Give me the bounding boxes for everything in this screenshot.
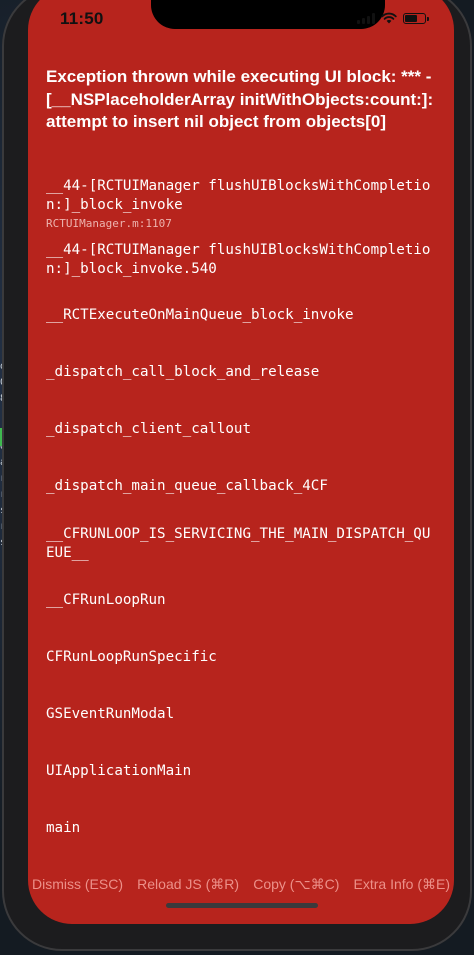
status-icons bbox=[357, 12, 429, 24]
stack-frame[interactable]: _dispatch_call_block_and_release bbox=[46, 363, 438, 382]
stack-frame-file: RCTUIManager.m:1107 bbox=[46, 217, 172, 230]
stack-frame[interactable]: _dispatch_main_queue_callback_4CF bbox=[46, 477, 438, 496]
stack-frame-name: __44-[RCTUIManager flushUIBlocksWithComp… bbox=[46, 242, 431, 277]
stack-frame[interactable]: __CFRunLoopRun bbox=[46, 591, 438, 610]
stack-frame-name: _dispatch_call_block_and_release bbox=[46, 364, 320, 380]
stack-frame[interactable]: __44-[RCTUIManager flushUIBlocksWithComp… bbox=[46, 241, 438, 279]
stack-frame-name: CFRunLoopRunSpecific bbox=[46, 649, 217, 665]
device-notch bbox=[151, 0, 385, 29]
stack-frame-name: main bbox=[46, 820, 81, 836]
dismiss-button[interactable]: Dismiss (ESC) bbox=[32, 876, 123, 892]
stack-frame[interactable]: GSEventRunModal bbox=[46, 705, 438, 724]
stack-frame[interactable]: __44-[RCTUIManager flushUIBlocksWithComp… bbox=[46, 177, 438, 231]
wifi-icon bbox=[381, 12, 397, 24]
stack-frame-name: __CFRunLoopRun bbox=[46, 592, 166, 608]
status-time: 11:50 bbox=[60, 9, 104, 28]
copy-button[interactable]: Copy (⌥⌘C) bbox=[253, 876, 339, 893]
stack-frame[interactable]: main bbox=[46, 819, 438, 838]
error-title: Exception thrown while executing UI bloc… bbox=[46, 67, 434, 131]
cellular-signal-icon bbox=[357, 12, 375, 24]
stack-frame-name: GSEventRunModal bbox=[46, 706, 175, 722]
stack-frame[interactable]: __CFRUNLOOP_IS_SERVICING_THE_MAIN_DISPAT… bbox=[46, 525, 438, 563]
stack-frame[interactable]: UIApplicationMain bbox=[46, 762, 438, 781]
phone-frame: 11:50 Exception thrown while executing U… bbox=[2, 0, 472, 951]
stack-frame[interactable]: CFRunLoopRunSpecific bbox=[46, 648, 438, 667]
stack-frame-name: _dispatch_client_callout bbox=[46, 421, 251, 437]
redbox-screen: 11:50 Exception thrown while executing U… bbox=[28, 0, 454, 924]
battery-icon bbox=[403, 12, 429, 24]
stack-frame-name: UIApplicationMain bbox=[46, 763, 192, 779]
stack-frame[interactable]: _dispatch_client_callout bbox=[46, 420, 438, 439]
battery-level bbox=[405, 14, 417, 22]
stack-frame-name: __44-[RCTUIManager flushUIBlocksWithComp… bbox=[46, 178, 431, 213]
redbox-action-bar: Dismiss (ESC) Reload JS (⌘R) Copy (⌥⌘C) … bbox=[28, 871, 454, 897]
home-indicator[interactable] bbox=[166, 903, 318, 908]
reload-js-button[interactable]: Reload JS (⌘R) bbox=[137, 876, 239, 893]
stack-frame-name: __CFRUNLOOP_IS_SERVICING_THE_MAIN_DISPAT… bbox=[46, 526, 431, 561]
stack-frame-name: __RCTExecuteOnMainQueue_block_invoke bbox=[46, 307, 354, 323]
stack-frame[interactable]: __RCTExecuteOnMainQueue_block_invoke bbox=[46, 306, 438, 325]
extra-info-button[interactable]: Extra Info (⌘E) bbox=[354, 876, 450, 893]
stack-frame-name: _dispatch_main_queue_callback_4CF bbox=[46, 478, 328, 494]
